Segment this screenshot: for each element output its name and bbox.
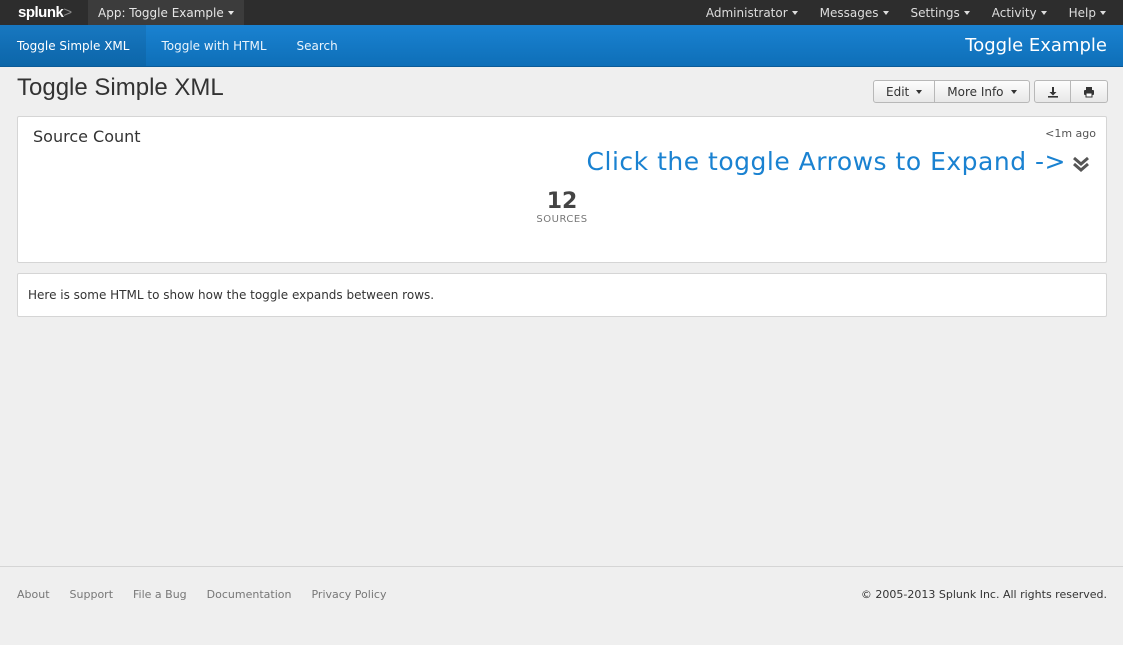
tab-search[interactable]: Search [282, 25, 353, 66]
menu-administrator[interactable]: Administrator [699, 6, 805, 20]
print-button[interactable] [1071, 80, 1108, 103]
footer-link-support[interactable]: Support [70, 588, 113, 601]
export-button[interactable] [1034, 80, 1071, 103]
edit-button[interactable]: Edit [873, 80, 936, 103]
dashboard-actions: Edit More Info [873, 80, 1030, 103]
toggle-message: Click the toggle Arrows to Expand -> [586, 147, 1066, 176]
single-value-label: SOURCES [536, 214, 588, 225]
html-panel-text: Here is some HTML to show how the toggle… [28, 288, 435, 302]
chevron-down-icon [1100, 10, 1106, 15]
chevron-down-icon [227, 10, 234, 15]
double-chevron-down-icon[interactable] [1072, 155, 1090, 173]
chevron-down-icon [882, 10, 889, 15]
page-title: Toggle Simple XML [17, 74, 224, 101]
top-menu: Administrator Messages Settings Activity… [691, 6, 1113, 20]
html-panel: Here is some HTML to show how the toggle… [17, 273, 1107, 317]
refresh-timestamp: <1m ago [1045, 127, 1096, 140]
footer-link-privacy-policy[interactable]: Privacy Policy [311, 588, 386, 601]
chevron-down-icon [963, 10, 970, 15]
footer-link-documentation[interactable]: Documentation [207, 588, 292, 601]
app-title[interactable]: Toggle Example [965, 35, 1107, 56]
chevron-down-icon [1010, 89, 1017, 94]
copyright: © 2005-2013 Splunk Inc. All rights reser… [860, 588, 1107, 601]
source-count-panel: Source Count <1m ago Click the toggle Ar… [17, 116, 1107, 263]
footer-link-about[interactable]: About [17, 588, 50, 601]
single-value-number[interactable]: 12 [18, 189, 1106, 214]
footer-link-file-a-bug[interactable]: File a Bug [133, 588, 187, 601]
top-bar: splunk> App: Toggle Example Administrato… [0, 0, 1123, 25]
chevron-down-icon [791, 10, 798, 15]
panel-title: Source Count [33, 127, 141, 146]
tab-toggle-with-html[interactable]: Toggle with HTML [146, 25, 281, 66]
splunk-logo[interactable]: splunk> [18, 4, 82, 21]
print-icon [1084, 86, 1094, 97]
menu-activity[interactable]: Activity [985, 6, 1054, 20]
chevron-down-icon [916, 89, 923, 94]
export-actions [1034, 80, 1108, 103]
app-nav-bar: Toggle Simple XML Toggle with HTML Searc… [0, 25, 1123, 67]
menu-help[interactable]: Help [1062, 6, 1113, 20]
more-info-button[interactable]: More Info [935, 80, 1030, 103]
footer-links: About Support File a Bug Documentation P… [17, 588, 406, 601]
app-menu[interactable]: App: Toggle Example [88, 0, 244, 25]
download-icon [1047, 86, 1058, 98]
menu-messages[interactable]: Messages [813, 6, 896, 20]
tab-toggle-simple-xml[interactable]: Toggle Simple XML [0, 25, 147, 66]
app-menu-label: App: Toggle Example [98, 5, 224, 20]
menu-settings[interactable]: Settings [904, 6, 977, 20]
chevron-down-icon [1040, 10, 1047, 15]
single-value: 12 SOURCES [18, 189, 1106, 225]
footer: About Support File a Bug Documentation P… [0, 566, 1123, 645]
